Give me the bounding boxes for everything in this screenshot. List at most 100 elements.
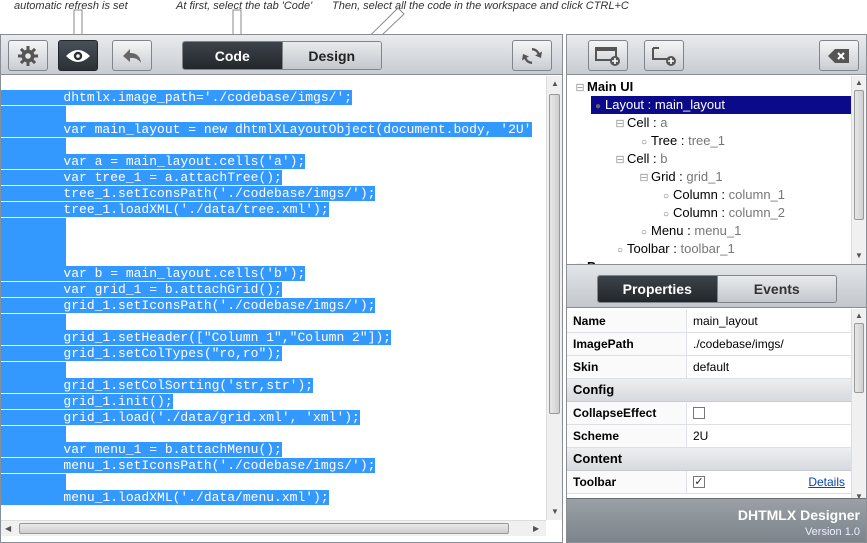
tree-vertical-scrollbar[interactable]: ▲ ▼ [851,76,866,264]
tree-node[interactable]: ⊟ Grid : grid_1 [637,168,723,187]
properties-header: Properties Events [567,264,866,308]
tree-node-separator: : [677,133,689,148]
property-row: Name main_layout [567,310,851,333]
tree-node-type: Cell [627,151,650,166]
property-checkbox-cell[interactable]: ✓ Details [687,471,851,493]
code-line: tree_1.setIconsPath('./codebase/imgs/'); [1,186,376,201]
code-vertical-scroll-thumb[interactable] [549,94,560,414]
tree-node-separator: : [649,115,661,130]
settings-button[interactable] [8,40,48,71]
eye-icon [66,49,90,62]
tree-node[interactable]: ● Layout : main_layout [591,96,851,114]
tree-toggle-icon[interactable]: ⊟ [637,169,651,187]
add-popup-button[interactable] [644,40,684,71]
code-line: var a = main_layout.cells('a'); [1,154,306,169]
properties-grid: Name main_layout ImagePath ./codebase/imgs/… [567,309,851,505]
tree-node-type: Column [673,187,718,202]
tree-node[interactable]: ⊟ Main UI [573,78,633,96]
code-line: grid_1.setColTypes("ro,ro"); [1,346,282,361]
properties-tabs: Properties Events [597,275,837,303]
view-tabs: Code Design [182,41,382,70]
tree-node-separator: : [675,169,687,184]
details-link[interactable]: Details [808,471,845,493]
tree-node-separator: : [717,187,729,202]
property-value[interactable]: ./codebase/imgs/ [687,333,851,355]
brand-name: DHTMLX Designer [737,507,860,523]
annotation-copy-code: Then, select all the code in the workspa… [332,0,629,12]
tree-node-type: Grid [651,169,676,184]
refresh-button[interactable] [512,40,552,71]
code-line: menu_1.loadXML('./data/menu.xml'); [1,490,329,505]
tree-node-name: grid_1 [686,169,723,184]
tab-design[interactable]: Design [281,42,381,69]
tree-node-type: Cell [627,115,650,130]
tree-node[interactable]: ○ Toolbar : toolbar_1 [613,240,735,258]
tree-toggle-icon[interactable]: ⊟ [613,115,627,133]
property-group: Config [567,379,851,402]
preview-button[interactable] [58,40,98,71]
tree-node-name: a [660,115,668,130]
tree-node-name: main_layout [654,97,725,112]
code-vertical-scrollbar[interactable]: ▲ ▼ [546,76,562,520]
tree-node-type: Layout [605,97,645,112]
undo-button[interactable] [112,40,152,71]
property-row: ImagePath ./codebase/imgs/ [567,333,851,356]
property-name: Skin [567,356,687,378]
tree-node-type: Tree [651,133,678,148]
tree-scroll-thumb[interactable] [854,90,864,220]
tree-toggle-icon[interactable]: ⊟ [573,79,587,97]
tree-node[interactable]: ○ Column : column_2 [659,204,785,222]
tree-node-separator: : [644,97,655,112]
property-value[interactable]: 2U [687,425,851,447]
tree-node[interactable]: ⊟ Cell : a [613,114,667,132]
tree-node-type: Column [673,205,718,220]
add-window-button[interactable] [588,40,628,71]
property-value[interactable]: main_layout [687,310,851,332]
code-horizontal-scroll-thumb[interactable] [19,523,509,534]
tree-node[interactable]: ⊟ Cell : b [613,150,667,168]
checkbox-unchecked[interactable] [693,406,705,419]
properties-vertical-scrollbar[interactable]: ▲ ▼ [851,309,866,505]
tree-node[interactable]: ○ Tree : tree_1 [637,132,725,150]
tree-node-name: menu_1 [694,223,742,238]
property-checkbox-cell[interactable] [687,402,851,424]
structure-toolbar [567,35,866,75]
tree-toggle-icon[interactable]: ⊟ [613,151,627,169]
code-line: var b = main_layout.cells('b'); [1,266,306,281]
structure-tree: ⊟ Main UI ● Layout : main_layout ⊟ Cell : a ○ T… [567,76,851,264]
code-line [1,474,66,490]
gear-icon [18,45,38,66]
structure-pane: ⊟ Main UI ● Layout : main_layout ⊟ Cell : a ○ T… [566,34,867,543]
tree-bullet-icon: ● [594,101,602,112]
tree-node-name: toolbar_1 [680,241,735,256]
property-name: Toolbar [567,471,687,493]
code-line: tree_1.loadXML('./data/tree.xml'); [1,202,329,217]
property-name: ImagePath [567,333,687,355]
annotation-refresh: automatic refresh is set [14,0,128,12]
delete-button[interactable] [819,40,859,71]
tree-node[interactable]: ○ Menu : menu_1 [637,222,741,240]
code-line: menu_1.setIconsPath('./codebase/imgs/'); [1,458,376,473]
version-label: Version 1.0 [804,526,860,538]
annotation-select-code-tab: At first, select the tab 'Code' [176,0,313,12]
tree-node-type: Toolbar [627,241,670,256]
properties-scroll-thumb[interactable] [854,323,864,393]
code-editor[interactable]: dhtmlx.image_path='./codebase/imgs/'; va… [1,76,546,520]
tree-node[interactable]: ○ Column : column_1 [659,186,785,204]
backspace-icon [828,48,849,63]
code-line: var main_layout = new dhtmlXLayoutObject… [1,122,532,137]
property-value[interactable]: default [687,356,851,378]
property-row: Toolbar ✓ Details [567,471,851,494]
tree-node-type: Menu [651,223,684,238]
tab-events[interactable]: Events [716,276,836,302]
code-line [1,250,66,266]
code-line: grid_1.setHeader(["Column 1","Column 2"]… [1,330,392,345]
tree-node-name: column_1 [728,187,786,202]
tab-code[interactable]: Code [183,42,282,69]
code-line: var menu_1 = b.attachMenu(); [1,442,282,457]
tab-properties[interactable]: Properties [598,276,717,302]
code-line: dhtmlx.image_path='./codebase/imgs/'; [1,90,353,105]
checkbox-checked[interactable]: ✓ [693,475,705,488]
property-row: Scheme 2U [567,425,851,448]
code-horizontal-scrollbar[interactable]: ◀ ▶ [1,520,546,536]
